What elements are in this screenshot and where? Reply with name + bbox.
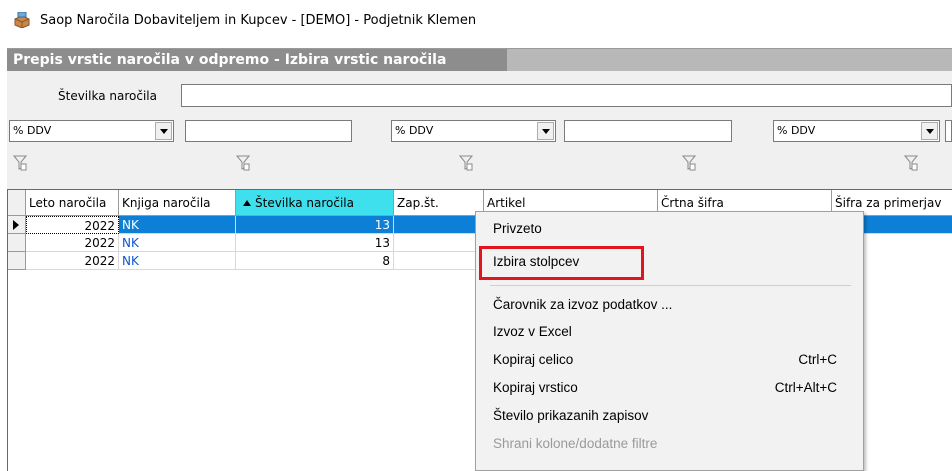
cell-book[interactable]: NK	[119, 252, 236, 270]
vat-combo-2-value: % DDV	[395, 124, 434, 137]
row-indicator[interactable]	[8, 252, 26, 270]
column-filter-icon[interactable]	[13, 155, 27, 171]
shortcut-copy-row: Ctrl+Alt+C	[774, 380, 837, 395]
cell-book[interactable]: NK	[119, 216, 236, 234]
vat-filter-input-1[interactable]	[185, 120, 352, 142]
vat-combo-3-value: % DDV	[777, 124, 816, 137]
row-indicator[interactable]	[8, 234, 26, 252]
vat-combo-2[interactable]: % DDV	[391, 120, 556, 142]
cell-number[interactable]: 8	[236, 252, 394, 270]
chevron-down-icon[interactable]	[155, 122, 172, 140]
cell-year[interactable]: 2022	[26, 234, 119, 252]
menu-item-save-columns: Shrani kolone/dodatne filtre	[493, 436, 658, 451]
order-number-input[interactable]	[181, 84, 952, 107]
window-title: Saop Naročila Dobaviteljem in Kupcev - […	[40, 13, 477, 28]
column-header-index[interactable]: Zap.št.	[394, 190, 484, 216]
menu-separator	[490, 285, 851, 286]
cell-index[interactable]	[394, 216, 484, 234]
menu-item-copy-row[interactable]: Kopiraj vrstico	[493, 380, 578, 395]
vat-combo-1[interactable]: % DDV	[9, 120, 174, 142]
column-header-year[interactable]: Leto naročila	[26, 190, 119, 216]
chevron-down-icon[interactable]	[537, 122, 554, 140]
annotation-highlight-box	[479, 246, 644, 280]
cell-index[interactable]	[394, 234, 484, 252]
column-header-number[interactable]: Številka naročila	[236, 190, 394, 216]
cell-number[interactable]: 13	[236, 234, 394, 252]
cell-index[interactable]	[394, 252, 484, 270]
column-filter-icon[interactable]	[236, 155, 250, 171]
header-corner	[8, 190, 26, 216]
current-row-arrow-icon	[13, 220, 19, 230]
menu-item-export-excel[interactable]: Izvoz v Excel	[493, 324, 572, 339]
cell-year[interactable]: 2022	[26, 216, 119, 234]
cell-number[interactable]: 13	[236, 216, 394, 234]
window-titlebar: Saop Naročila Dobaviteljem in Kupcev - […	[0, 0, 952, 44]
cell-book[interactable]: NK	[119, 234, 236, 252]
chevron-down-icon[interactable]	[921, 122, 938, 140]
column-filter-icon[interactable]	[682, 155, 696, 171]
column-header-number-label: Številka naročila	[255, 196, 354, 210]
menu-item-record-count[interactable]: Število prikazanih zapisov	[493, 408, 648, 423]
column-filter-icon[interactable]	[904, 155, 918, 171]
menu-item-copy-cell[interactable]: Kopiraj celico	[493, 352, 573, 367]
column-header-book[interactable]: Knjiga naročila	[119, 190, 236, 216]
app-boxes-icon	[14, 12, 30, 28]
order-number-label: Številka naročila	[58, 89, 157, 103]
vat-filter-input-3[interactable]	[945, 120, 952, 142]
menu-item-export-wizard[interactable]: Čarovnik za izvoz podatkov ...	[493, 297, 672, 312]
vat-combo-3[interactable]: % DDV	[773, 120, 940, 142]
vat-filter-input-2[interactable]	[564, 120, 732, 142]
column-filter-icon[interactable]	[459, 155, 473, 171]
form-title: Prepis vrstic naročila v odpremo - Izbir…	[13, 52, 447, 68]
vat-combo-1-value: % DDV	[13, 124, 52, 137]
sort-ascending-icon	[243, 200, 251, 206]
row-indicator[interactable]	[8, 216, 26, 234]
shortcut-copy-cell: Ctrl+C	[798, 352, 837, 367]
menu-item-default[interactable]: Privzeto	[493, 221, 542, 236]
cell-year[interactable]: 2022	[26, 252, 119, 270]
form-header: Prepis vrstic naročila v odpremo - Izbir…	[7, 48, 952, 72]
